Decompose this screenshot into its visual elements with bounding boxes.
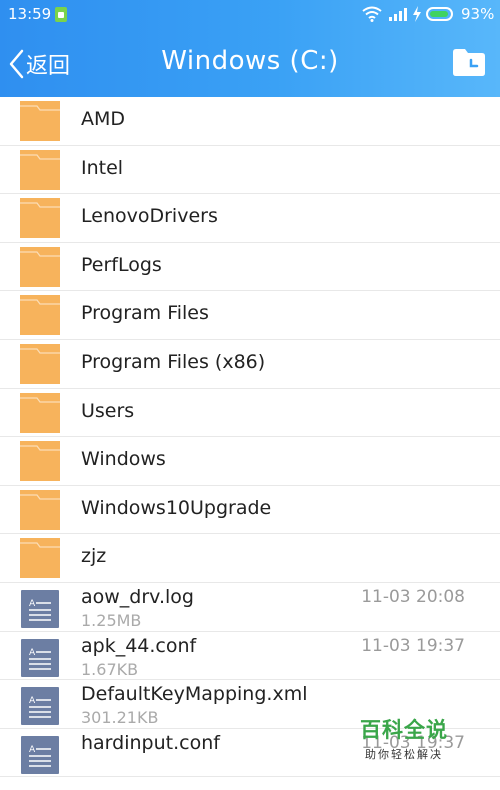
watermark-logo: 百科全说 助你轻松解决 — [344, 714, 464, 762]
battery-level — [430, 11, 448, 17]
document-icon: A — [21, 589, 59, 628]
wifi-icon — [362, 6, 382, 22]
battery-icon — [426, 7, 453, 21]
app-notification-icon — [55, 7, 67, 22]
folder-row[interactable]: Windows10Upgrade — [0, 486, 500, 535]
folder-icon — [20, 441, 60, 482]
folder-name: PerfLogs — [81, 253, 162, 276]
folder-row[interactable]: LenovoDrivers — [0, 194, 500, 243]
charging-bolt-icon — [413, 6, 421, 22]
battery-percent: 93% — [461, 5, 495, 23]
folder-icon — [20, 489, 60, 530]
folder-row[interactable]: Intel — [0, 146, 500, 195]
file-row[interactable]: Aaow_drv.log 1.25MB 11-03 20:08 — [0, 583, 500, 632]
folder-name: Windows — [81, 448, 166, 471]
file-list: AMD Intel LenovoDrivers PerfLogs Program Fil… — [0, 97, 500, 778]
status-bar: 13:59 93% — [0, 0, 500, 30]
folder-icon — [20, 198, 60, 239]
folder-name: AMD — [81, 108, 126, 130]
page-title: Windows (C:) — [161, 46, 339, 76]
svg-text:A: A — [29, 696, 36, 706]
folder-icon — [20, 149, 60, 190]
app-header: 13:59 93% 返回 Windows (C:) — [0, 0, 500, 97]
folder-clock-icon — [453, 49, 485, 76]
file-name: apk_44.conf — [81, 634, 197, 657]
folder-name: zjz — [81, 545, 107, 568]
file-name: aow_drv.log — [81, 585, 194, 608]
svg-text:A: A — [29, 745, 36, 755]
row-divider — [0, 776, 500, 778]
file-size: 1.67KB — [81, 659, 139, 679]
folder-row[interactable]: zjz — [0, 534, 500, 583]
folder-name: LenovoDrivers — [81, 205, 218, 228]
folder-icon — [20, 343, 60, 384]
status-time: 13:59 — [8, 5, 52, 23]
folder-clock-button[interactable] — [451, 46, 487, 78]
svg-text:A: A — [29, 599, 36, 609]
folder-icon — [20, 538, 60, 579]
file-row[interactable]: Aapk_44.conf 1.67KB 11-03 19:37 — [0, 632, 500, 681]
folder-icon — [20, 295, 60, 336]
folder-name: Windows10Upgrade — [81, 496, 272, 519]
document-icon: A — [21, 638, 59, 677]
folder-row[interactable]: Program Files (x86) — [0, 340, 500, 389]
folder-name: Users — [81, 399, 135, 422]
folder-row[interactable]: Users — [0, 389, 500, 438]
folder-row[interactable]: PerfLogs — [0, 243, 500, 292]
folder-name: Intel — [81, 156, 124, 179]
file-name: hardinput.conf — [81, 731, 220, 754]
watermark-sub: 助你轻松解决 — [365, 748, 443, 761]
file-date: 11-03 19:37 — [361, 635, 465, 656]
svg-text:A: A — [29, 648, 36, 658]
folder-row[interactable]: Program Files — [0, 291, 500, 340]
folder-icon — [20, 392, 60, 433]
file-date: 11-03 20:08 — [361, 586, 465, 607]
watermark-main: 百科全说 — [360, 718, 448, 742]
file-size: 301.21KB — [81, 708, 159, 728]
folder-row[interactable]: Windows — [0, 437, 500, 486]
folder-row[interactable]: AMD — [0, 97, 500, 146]
folder-name: Program Files (x86) — [81, 350, 266, 373]
document-icon: A — [21, 735, 59, 774]
folder-icon — [20, 246, 60, 287]
file-name: DefaultKeyMapping.xml — [81, 683, 308, 706]
folder-icon — [20, 101, 60, 141]
folder-name: Program Files — [81, 302, 209, 325]
document-icon: A — [21, 687, 59, 726]
file-size: 1.25MB — [81, 610, 142, 630]
signal-icon — [389, 8, 407, 21]
